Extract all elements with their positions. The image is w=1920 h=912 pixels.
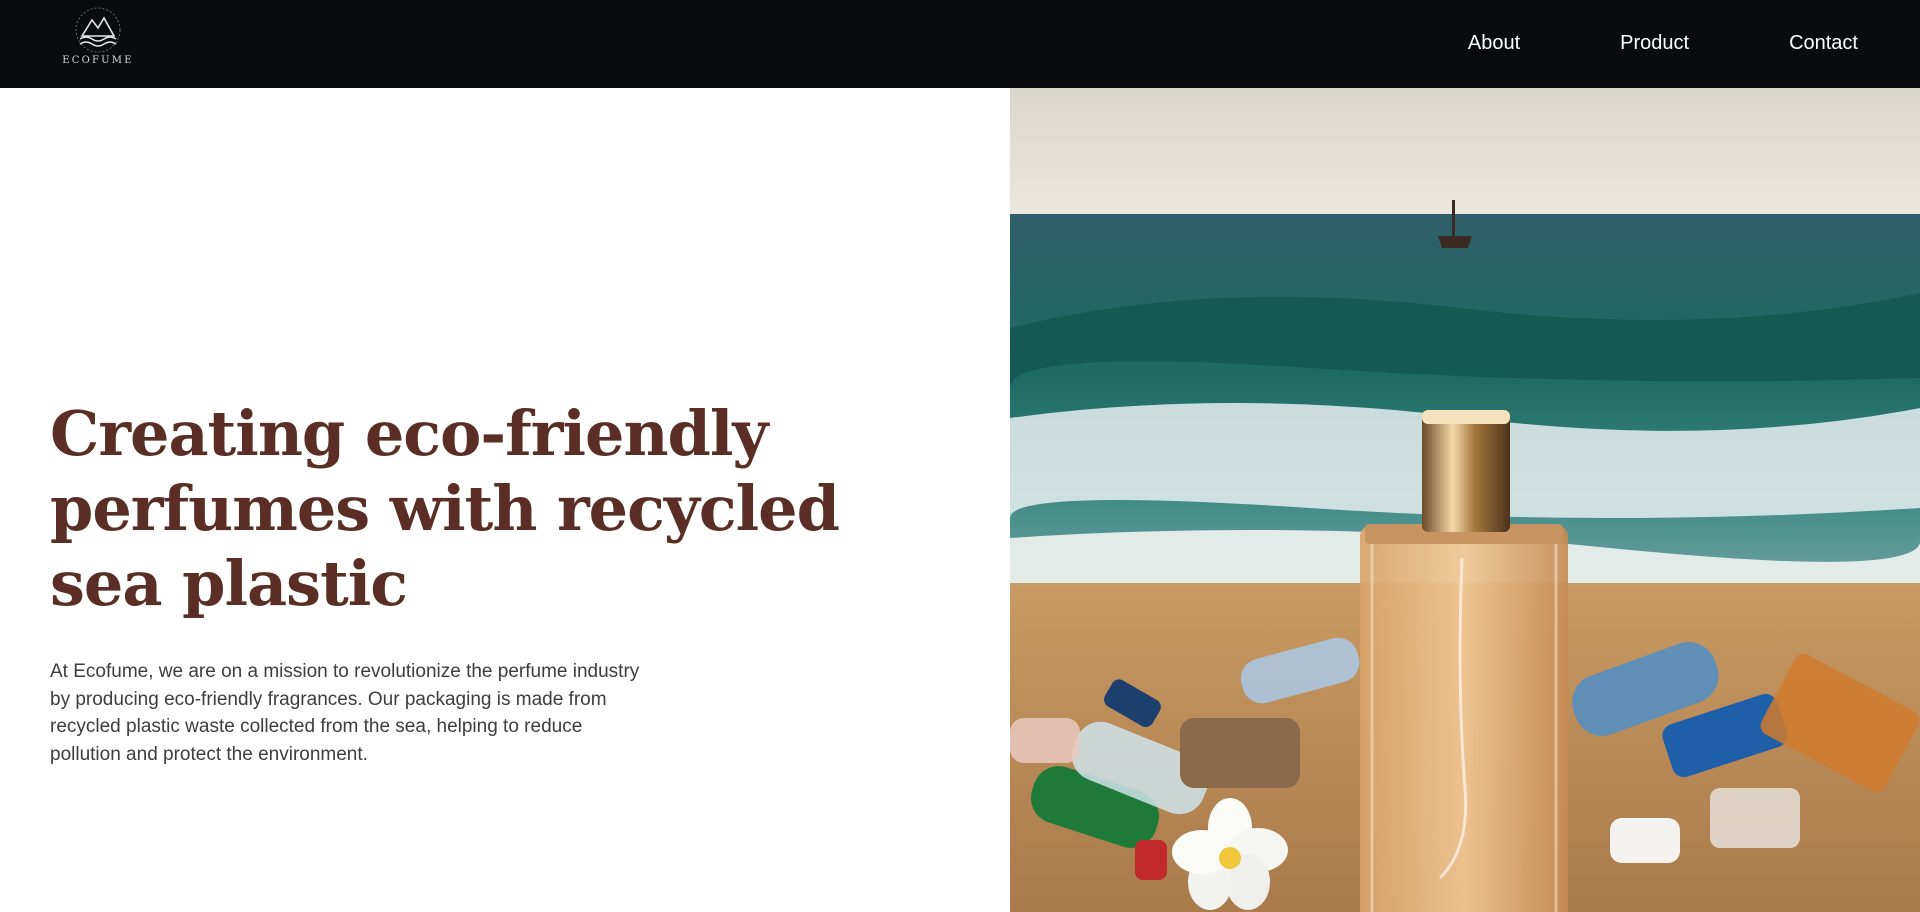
hero-section: Creating eco-friendly perfumes with recy… — [0, 88, 1010, 912]
hero-title: Creating eco-friendly perfumes with recy… — [50, 397, 840, 620]
main-nav: About Product Contact — [1468, 30, 1858, 56]
brand-logo[interactable]: ECOFUME — [58, 6, 138, 74]
site-header: ECOFUME About Product Contact — [0, 0, 1920, 88]
nav-link-product[interactable]: Product — [1620, 30, 1689, 56]
brand-name: ECOFUME — [62, 55, 134, 66]
nav-link-contact[interactable]: Contact — [1789, 30, 1858, 56]
hero-description: At Ecofume, we are on a mission to revol… — [50, 661, 640, 765]
nav-link-about[interactable]: About — [1468, 30, 1520, 56]
hero-image — [1010, 88, 1920, 912]
mountain-wave-logo-icon — [75, 7, 121, 53]
